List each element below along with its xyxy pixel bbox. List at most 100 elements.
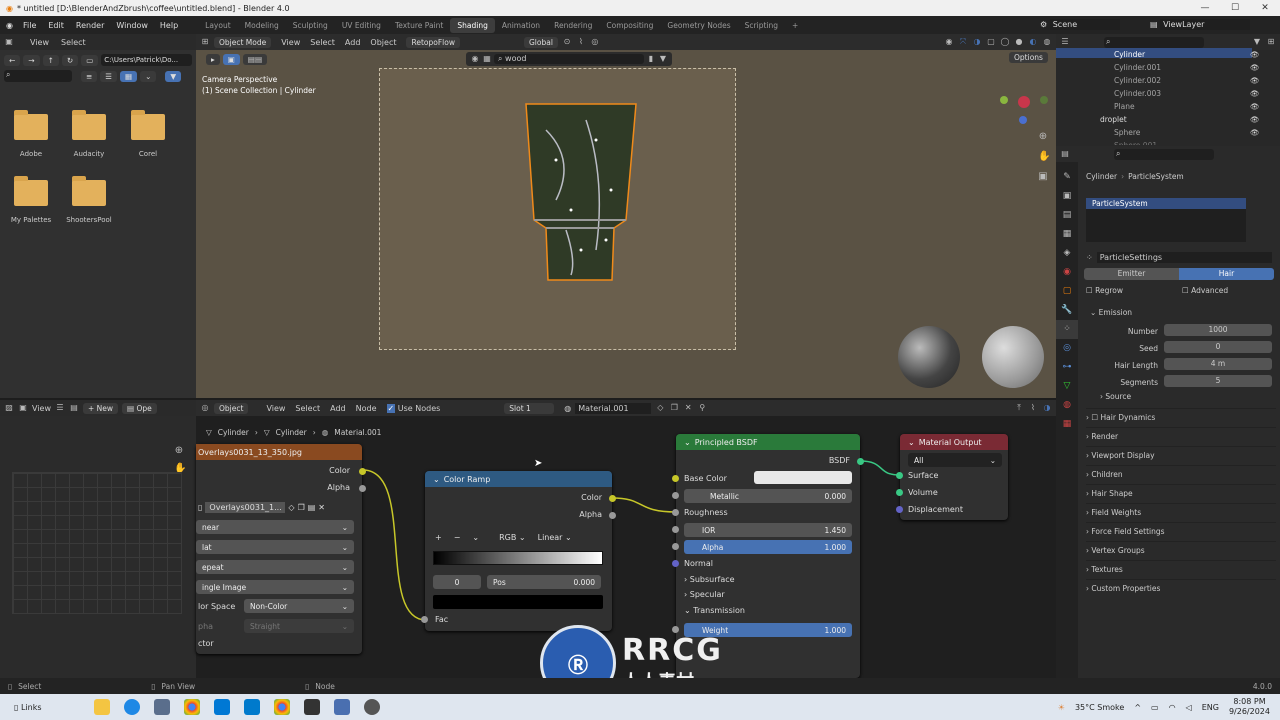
obs-icon[interactable] xyxy=(363,699,380,715)
ramp-mode-dropdown[interactable]: RGB ⌄ xyxy=(499,533,526,542)
tool-tab-icon[interactable]: ✎ xyxy=(1056,168,1078,187)
view-mode-icon[interactable]: ▣ xyxy=(18,403,28,413)
thumbnails-icon[interactable]: ▦ xyxy=(120,70,138,82)
particles-tab-icon[interactable]: ⁘ xyxy=(1056,320,1078,339)
folder-item[interactable]: My Palettes xyxy=(11,176,51,224)
ramp-menu-icon[interactable]: ⌄ xyxy=(472,533,479,542)
parent-dir-icon[interactable]: ↑ xyxy=(42,54,59,66)
tab-animation[interactable]: Animation xyxy=(495,18,547,33)
fac-input-socket[interactable] xyxy=(421,616,428,623)
base-color-swatch[interactable] xyxy=(754,471,852,484)
specular-panel[interactable]: › Specular xyxy=(684,590,725,599)
alpha-output-socket[interactable] xyxy=(359,485,366,492)
tab-layout[interactable]: Layout xyxy=(198,18,238,33)
add-workspace-button[interactable]: + xyxy=(785,18,805,33)
weather-text[interactable]: 35°C Smoke xyxy=(1075,703,1124,712)
zoom-icon[interactable]: ⊕ xyxy=(1038,132,1048,142)
file-explorer-icon[interactable] xyxy=(93,699,110,715)
gizmo-icon[interactable]: ⤧ xyxy=(958,37,968,47)
select-mode-icon[interactable]: ▤▤ xyxy=(242,53,268,65)
viewport-menu-select[interactable]: Select xyxy=(310,38,335,47)
tab-scripting[interactable]: Scripting xyxy=(738,18,785,33)
outliner-item-plane[interactable]: Plane xyxy=(1114,100,1161,113)
network-icon[interactable]: ▭ xyxy=(1151,703,1159,712)
folder-item[interactable]: Corel xyxy=(131,110,165,158)
vertical-list-icon[interactable]: ≡ xyxy=(81,70,98,82)
outliner-type-icon[interactable]: ☰ xyxy=(1060,37,1070,47)
viewport-menu-view[interactable]: View xyxy=(281,38,300,47)
tab-geometry-nodes[interactable]: Geometry Nodes xyxy=(660,18,737,33)
edge-icon[interactable] xyxy=(123,699,140,715)
viewport-search-input[interactable]: ⌕ wood xyxy=(494,54,644,64)
seed-field[interactable]: 0 xyxy=(1164,341,1272,353)
projection-dropdown[interactable]: lat ⌄ xyxy=(196,540,354,554)
properties-type-icon[interactable]: ▤ xyxy=(1060,149,1070,159)
weather-icon[interactable]: ☀ xyxy=(1058,703,1065,712)
ior-field[interactable]: IOR 1.450 xyxy=(684,523,852,537)
new-image-button[interactable]: + New xyxy=(82,402,119,414)
camera-view-icon[interactable]: ▣ xyxy=(1038,172,1048,182)
image-grid[interactable] xyxy=(12,472,182,614)
metallic-field[interactable]: Metallic 0.000 xyxy=(684,489,852,503)
section-hair-shape[interactable]: › Hair Shape xyxy=(1086,484,1276,503)
options-dropdown[interactable]: Options xyxy=(1009,52,1048,63)
section-vertex-groups[interactable]: › Vertex Groups xyxy=(1086,541,1276,560)
alpha-mode-dropdown[interactable]: Straight ⌄ xyxy=(244,619,354,633)
tab-modeling[interactable]: Modeling xyxy=(238,18,286,33)
remove-stop-icon[interactable]: − xyxy=(454,533,461,542)
tab-rendering[interactable]: Rendering xyxy=(547,18,599,33)
snap-icon[interactable]: ⌇ xyxy=(576,37,586,47)
open-folder-icon[interactable]: ▤ xyxy=(308,503,316,512)
texture-tab-icon[interactable]: ▦ xyxy=(1056,415,1078,434)
section-render[interactable]: › Render xyxy=(1086,427,1276,446)
properties-search-input[interactable]: ⌕ xyxy=(1114,148,1214,160)
blender-menu-icon[interactable]: ◉ xyxy=(6,21,13,30)
section-custom-properties[interactable]: › Custom Properties xyxy=(1086,579,1276,598)
section-hair-dynamics[interactable]: › ☐ Hair Dynamics xyxy=(1086,408,1276,427)
particle-settings-name[interactable]: ParticleSettings xyxy=(1096,252,1272,263)
solid-shading-icon[interactable]: ● xyxy=(1014,37,1024,47)
tab-sculpting[interactable]: Sculpting xyxy=(286,18,335,33)
section-force-field[interactable]: › Force Field Settings xyxy=(1086,522,1276,541)
chrome-icon[interactable] xyxy=(183,699,200,715)
source-dropdown[interactable]: ingle Image ⌄ xyxy=(196,580,354,594)
outliner-item-sphere[interactable]: Sphere xyxy=(1114,126,1161,139)
new-collection-icon[interactable]: ⊞ xyxy=(1266,37,1276,47)
overlay-icon[interactable]: ◑ xyxy=(972,37,982,47)
eye-icon[interactable]: 👁 xyxy=(1250,48,1260,61)
ramp-gradient-bar[interactable] xyxy=(433,551,603,565)
editor-type-icon[interactable]: ▨ xyxy=(4,403,14,413)
metallic-socket[interactable] xyxy=(672,492,679,499)
surface-socket[interactable] xyxy=(896,472,903,479)
filter-icon[interactable]: ▼ xyxy=(165,70,182,82)
stop-index-field[interactable]: 0 xyxy=(433,575,481,589)
view-layer-tab-icon[interactable]: ▦ xyxy=(1056,225,1078,244)
menu-window[interactable]: Window xyxy=(110,21,154,30)
sort-icon[interactable]: ⌄ xyxy=(140,70,157,82)
3d-viewport[interactable]: ⊞ Object Mode View Select Add Object Ret… xyxy=(196,34,1056,398)
material-output-node[interactable]: ⌄ Material Output All ⌄ Surface Volume Di… xyxy=(896,434,1008,520)
transmission-panel[interactable]: ⌄ Transmission xyxy=(684,606,745,615)
duplicate-icon[interactable]: ❐ xyxy=(298,503,305,512)
output-tab-icon[interactable]: ▤ xyxy=(1056,206,1078,225)
wireframe-shading-icon[interactable]: ◯ xyxy=(1000,37,1010,47)
unlink-icon[interactable]: ✕ xyxy=(318,503,325,512)
volume-socket[interactable] xyxy=(896,489,903,496)
blender-taskbar-icon[interactable] xyxy=(333,699,350,715)
editor-type-icon[interactable]: ▣ xyxy=(4,37,14,47)
color-output-socket[interactable] xyxy=(359,468,366,475)
roughness-socket[interactable] xyxy=(672,509,679,516)
volume-icon[interactable]: ◁ xyxy=(1186,703,1192,712)
scene-tab-icon[interactable]: ◈ xyxy=(1056,244,1078,263)
material-shading-icon[interactable]: ◐ xyxy=(1028,37,1038,47)
segments-field[interactable]: 5 xyxy=(1164,375,1272,387)
back-icon[interactable]: ← xyxy=(4,54,21,66)
tab-uv-editing[interactable]: UV Editing xyxy=(335,18,388,33)
subsurface-panel[interactable]: › Subsurface xyxy=(684,575,735,584)
eye-icon[interactable]: 👁 xyxy=(1250,87,1260,100)
alpha-field[interactable]: Alpha 1.000 xyxy=(684,540,852,554)
emission-panel-header[interactable]: ⌄ Emission xyxy=(1090,308,1132,317)
object-tab-icon[interactable]: ▢ xyxy=(1056,282,1078,301)
fb-view-menu[interactable]: View xyxy=(30,38,49,47)
fake-user-icon[interactable]: ◇ xyxy=(288,503,294,512)
